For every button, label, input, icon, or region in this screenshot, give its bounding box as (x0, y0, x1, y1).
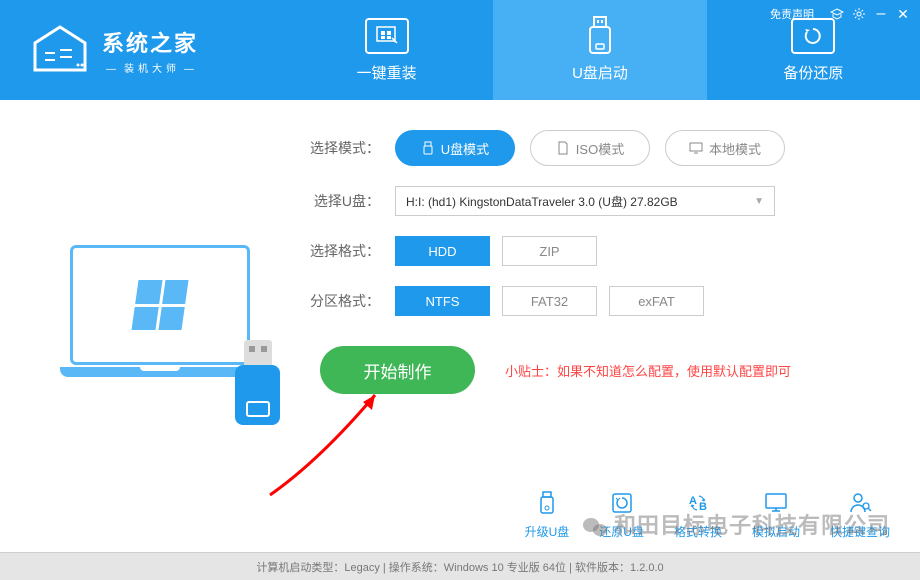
link-hotkey-query[interactable]: 快捷键查询 (830, 489, 890, 540)
form-area: 选择模式： U盘模式 ISO模式 本地模式 选择U盘： H:I: (hd1) (280, 130, 880, 510)
status-text: 计算机启动类型：Legacy | 操作系统：Windows 10 专业版 64位… (256, 559, 663, 575)
convert-icon: AB (684, 489, 712, 517)
format-zip[interactable]: ZIP (502, 236, 597, 266)
format-label: 选择格式： (300, 241, 380, 261)
monitor-icon (689, 141, 703, 155)
mode-usb[interactable]: U盘模式 (395, 130, 515, 166)
tip-text: 小贴士：如果不知道怎么配置，使用默认配置即可 (505, 361, 791, 380)
file-icon (556, 141, 570, 155)
link-restore-usb[interactable]: 还原U盘 (599, 489, 644, 540)
person-search-icon (846, 489, 874, 517)
app-header: 系统之家 装机大师 一键重装 U盘启动 备份还原 免责声明 – ✕ (0, 0, 920, 100)
monitor-icon (762, 489, 790, 517)
link-upgrade-usb[interactable]: 升级U盘 (525, 489, 570, 540)
illustration (40, 130, 280, 510)
mode-label: 选择模式： (300, 138, 380, 158)
disk-label: 选择U盘： (300, 191, 380, 211)
graduation-icon[interactable] (830, 7, 844, 21)
link-simulate-boot[interactable]: 模拟启动 (752, 489, 800, 540)
window-controls: 免责声明 – ✕ (770, 6, 910, 22)
partition-ntfs[interactable]: NTFS (395, 286, 490, 316)
start-button[interactable]: 开始制作 (320, 346, 475, 394)
partition-fat32[interactable]: FAT32 (502, 286, 597, 316)
link-format-convert[interactable]: AB 格式转换 (674, 489, 722, 540)
restore-icon (608, 489, 636, 517)
disclaimer-link[interactable]: 免责声明 (770, 6, 814, 22)
tab-backup-label: 备份还原 (783, 62, 843, 83)
partition-exfat[interactable]: exFAT (609, 286, 704, 316)
mode-iso[interactable]: ISO模式 (530, 130, 650, 166)
minimize-button[interactable]: – (874, 7, 888, 21)
usb-icon (421, 141, 435, 155)
bottom-links: 升级U盘 还原U盘 AB 格式转换 模拟启动 快捷键查询 (525, 489, 890, 540)
svg-text:B: B (699, 501, 707, 513)
mode-local[interactable]: 本地模式 (665, 130, 785, 166)
disk-select[interactable]: H:I: (hd1) KingstonDataTraveler 3.0 (U盘)… (395, 186, 775, 216)
logo-subtitle: 装机大师 (102, 60, 202, 75)
partition-label: 分区格式： (300, 291, 380, 311)
tab-usb-boot-label: U盘启动 (572, 62, 628, 83)
close-button[interactable]: ✕ (896, 7, 910, 21)
logo-title: 系统之家 (102, 26, 202, 58)
app-logo-icon (30, 25, 90, 75)
settings-icon[interactable] (852, 7, 866, 21)
logo-area: 系统之家 装机大师 (0, 25, 280, 75)
main-content: 选择模式： U盘模式 ISO模式 本地模式 选择U盘： H:I: (hd1) (0, 100, 920, 520)
tab-reinstall[interactable]: 一键重装 (280, 0, 493, 100)
dropdown-arrow-icon: ▼ (754, 196, 764, 207)
tab-reinstall-label: 一键重装 (357, 62, 417, 83)
tab-usb-boot[interactable]: U盘启动 (493, 0, 706, 100)
status-bar: 计算机启动类型：Legacy | 操作系统：Windows 10 专业版 64位… (0, 552, 920, 580)
format-hdd[interactable]: HDD (395, 236, 490, 266)
usb-upgrade-icon (533, 489, 561, 517)
